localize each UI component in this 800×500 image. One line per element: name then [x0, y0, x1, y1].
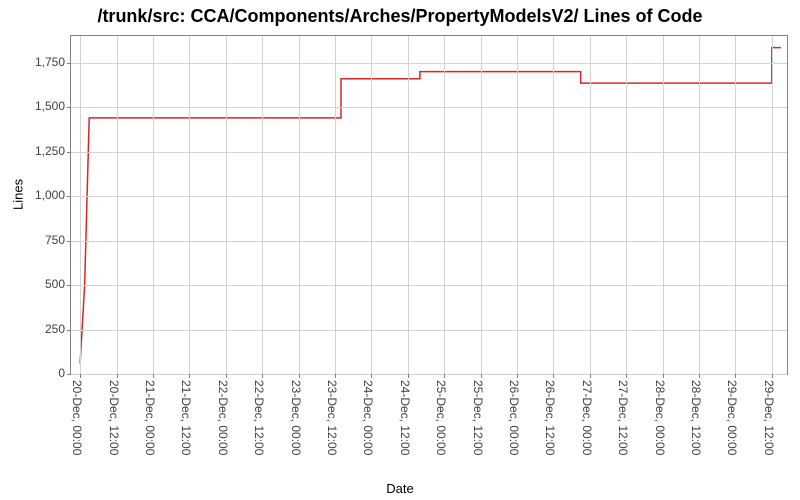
x-tick-label: 25-Dec, 12:00 — [471, 380, 485, 455]
x-gridline — [226, 36, 227, 374]
x-gridline — [189, 36, 190, 374]
y-gridline — [71, 330, 787, 331]
plot-area — [70, 35, 788, 375]
x-gridline — [481, 36, 482, 374]
line-layer — [71, 36, 787, 374]
x-gridline — [772, 36, 773, 374]
x-tick-mark — [408, 374, 409, 378]
x-tick-mark — [663, 374, 664, 378]
x-tick-label: 29-Dec, 00:00 — [725, 380, 739, 455]
x-tick-label: 26-Dec, 00:00 — [507, 380, 521, 455]
y-tick-label: 1,500 — [5, 99, 65, 113]
y-tick-mark — [67, 152, 71, 153]
y-tick-label: 750 — [5, 233, 65, 247]
x-axis-label: Date — [0, 481, 800, 496]
series-line — [80, 48, 781, 364]
y-gridline — [71, 63, 787, 64]
y-tick-label: 0 — [5, 366, 65, 380]
x-gridline — [517, 36, 518, 374]
x-tick-mark — [371, 374, 372, 378]
x-gridline — [444, 36, 445, 374]
x-tick-label: 27-Dec, 12:00 — [616, 380, 630, 455]
y-gridline — [71, 374, 787, 375]
y-tick-mark — [67, 374, 71, 375]
x-tick-label: 26-Dec, 12:00 — [543, 380, 557, 455]
x-tick-mark — [444, 374, 445, 378]
y-tick-label: 1,750 — [5, 55, 65, 69]
x-tick-mark — [80, 374, 81, 378]
x-tick-mark — [262, 374, 263, 378]
x-tick-mark — [590, 374, 591, 378]
x-tick-label: 24-Dec, 12:00 — [398, 380, 412, 455]
x-gridline — [590, 36, 591, 374]
x-gridline — [626, 36, 627, 374]
x-tick-label: 20-Dec, 00:00 — [70, 380, 84, 455]
x-gridline — [117, 36, 118, 374]
y-gridline — [71, 107, 787, 108]
y-tick-label: 1,250 — [5, 144, 65, 158]
x-tick-mark — [517, 374, 518, 378]
x-gridline — [699, 36, 700, 374]
y-tick-mark — [67, 241, 71, 242]
y-gridline — [71, 196, 787, 197]
x-gridline — [262, 36, 263, 374]
x-tick-label: 22-Dec, 00:00 — [216, 380, 230, 455]
x-gridline — [553, 36, 554, 374]
y-gridline — [71, 285, 787, 286]
x-tick-label: 28-Dec, 00:00 — [653, 380, 667, 455]
x-tick-mark — [117, 374, 118, 378]
x-tick-label: 25-Dec, 00:00 — [434, 380, 448, 455]
x-gridline — [735, 36, 736, 374]
x-gridline — [335, 36, 336, 374]
x-tick-mark — [226, 374, 227, 378]
y-tick-mark — [67, 107, 71, 108]
x-tick-label: 21-Dec, 00:00 — [143, 380, 157, 455]
x-gridline — [371, 36, 372, 374]
x-tick-label: 28-Dec, 12:00 — [689, 380, 703, 455]
x-tick-label: 29-Dec, 12:00 — [762, 380, 776, 455]
x-tick-mark — [153, 374, 154, 378]
x-tick-mark — [735, 374, 736, 378]
x-tick-mark — [626, 374, 627, 378]
x-gridline — [299, 36, 300, 374]
y-tick-mark — [67, 63, 71, 64]
x-gridline — [663, 36, 664, 374]
x-gridline — [408, 36, 409, 374]
x-gridline — [153, 36, 154, 374]
x-tick-label: 23-Dec, 00:00 — [289, 380, 303, 455]
y-gridline — [71, 152, 787, 153]
y-gridline — [71, 241, 787, 242]
y-tick-label: 250 — [5, 322, 65, 336]
x-tick-mark — [481, 374, 482, 378]
x-tick-mark — [299, 374, 300, 378]
x-tick-label: 27-Dec, 00:00 — [580, 380, 594, 455]
y-tick-mark — [67, 196, 71, 197]
x-tick-mark — [772, 374, 773, 378]
chart-container: /trunk/src: CCA/Components/Arches/Proper… — [0, 0, 800, 500]
x-tick-mark — [699, 374, 700, 378]
x-tick-mark — [553, 374, 554, 378]
x-tick-label: 20-Dec, 12:00 — [107, 380, 121, 455]
y-tick-mark — [67, 285, 71, 286]
chart-title: /trunk/src: CCA/Components/Arches/Proper… — [0, 6, 800, 27]
x-tick-mark — [335, 374, 336, 378]
x-tick-label: 21-Dec, 12:00 — [179, 380, 193, 455]
y-tick-label: 500 — [5, 277, 65, 291]
x-tick-mark — [189, 374, 190, 378]
x-tick-label: 22-Dec, 12:00 — [252, 380, 266, 455]
y-tick-label: 1,000 — [5, 188, 65, 202]
y-tick-mark — [67, 330, 71, 331]
x-gridline — [80, 36, 81, 374]
x-tick-label: 24-Dec, 00:00 — [361, 380, 375, 455]
x-tick-label: 23-Dec, 12:00 — [325, 380, 339, 455]
